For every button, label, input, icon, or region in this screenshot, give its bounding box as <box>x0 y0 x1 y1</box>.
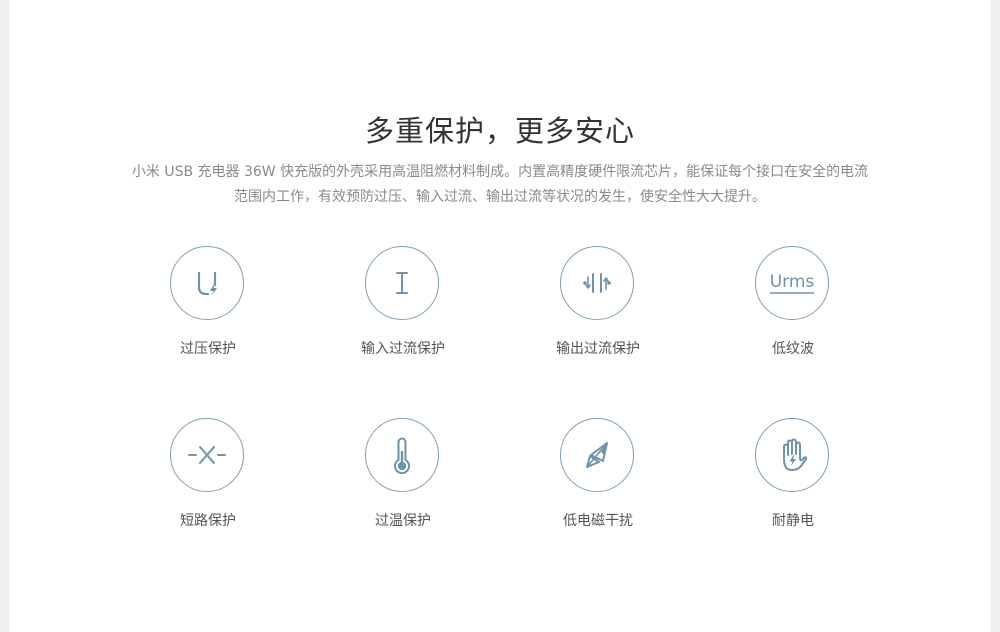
feature-label: 耐静电 <box>772 513 814 529</box>
urms-text: Urms <box>770 272 815 292</box>
low-ripple-icon: Urms <box>770 272 815 294</box>
compass-icon <box>586 442 608 468</box>
icon-circle: Urms <box>755 246 829 320</box>
input-overcurrent-icon <box>396 272 408 294</box>
icon-circle <box>365 418 439 492</box>
feature-label: 输入过流保护 <box>361 341 445 357</box>
feature-label: 低纹波 <box>772 341 814 357</box>
content-panel <box>9 0 991 632</box>
icon-circle <box>560 418 634 492</box>
section-description: 小米 USB 充电器 36W 快充版的外壳采用高温阻燃材料制成。内置高精度硬件限… <box>0 160 1000 210</box>
output-overcurrent-icon <box>583 273 611 293</box>
short-circuit-icon <box>188 446 226 464</box>
icon-circle <box>170 246 244 320</box>
feature-label: 短路保护 <box>180 513 236 529</box>
icon-circle <box>365 246 439 320</box>
feature-label: 过压保护 <box>180 341 236 357</box>
antistatic-hand-icon <box>783 438 808 471</box>
feature-label: 输出过流保护 <box>556 341 640 357</box>
overvoltage-icon <box>197 271 217 296</box>
icon-circle <box>755 418 829 492</box>
description-line-2: 范围内工作，有效预防过压、输入过流、输出过流等状况的发生，使安全性大大提升。 <box>234 189 766 205</box>
thermometer-icon <box>394 437 410 474</box>
icon-circle <box>170 418 244 492</box>
icon-circle <box>560 246 634 320</box>
description-line-1: 小米 USB 充电器 36W 快充版的外壳采用高温阻燃材料制成。内置高精度硬件限… <box>131 164 869 180</box>
feature-label: 过温保护 <box>375 513 431 529</box>
section-title: 多重保护，更多安心 <box>364 114 635 148</box>
feature-label: 低电磁干扰 <box>563 513 633 529</box>
